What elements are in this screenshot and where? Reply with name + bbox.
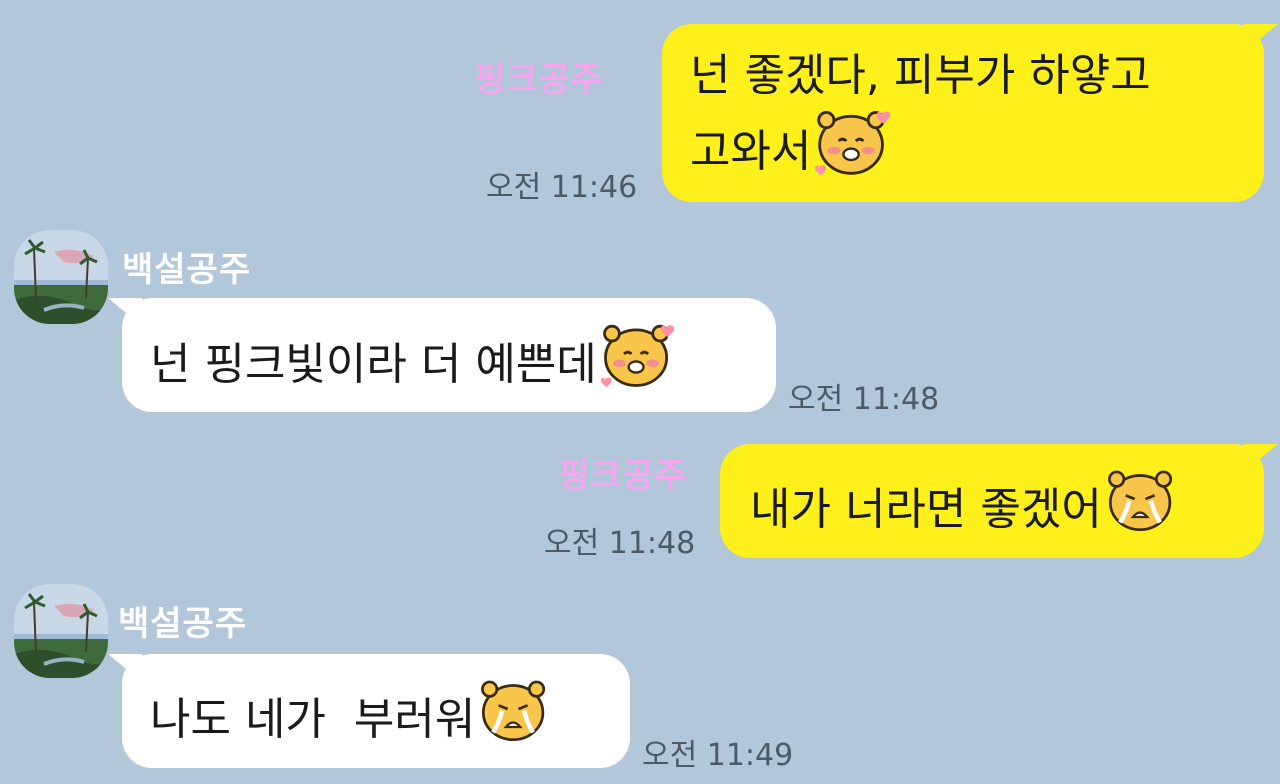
blushing-bear-emoticon-icon [599, 318, 676, 408]
bubble-tail [1244, 444, 1278, 472]
avatar[interactable] [14, 230, 108, 324]
message-bubble-mine[interactable]: 내가 너라면 좋겠어 [720, 444, 1278, 558]
message-text: 내가 너라면 좋겠어 [750, 484, 1102, 535]
message-timestamp: 오전 11:49 [642, 738, 794, 773]
crying-bear-emoticon-icon [1104, 464, 1178, 552]
message-text-line: 고와서 [690, 108, 1236, 200]
message-bubble-theirs[interactable]: 나도 네가 부러워 [108, 654, 630, 768]
message-text: 나도 네가 부러워 [150, 694, 476, 745]
message-bubble-mine[interactable]: 넌 좋겠다, 피부가 하얗고 고와서 [662, 24, 1278, 202]
blushing-bear-emoticon-icon [813, 104, 893, 196]
sender-name[interactable]: 핑크공주 [474, 52, 603, 101]
message-text: 넌 좋겠다, 피부가 하얗고 [690, 50, 1151, 101]
message-timestamp: 오전 11:48 [788, 382, 940, 417]
message-text: 고와서 [690, 126, 812, 177]
message-text: 넌 핑크빛이라 더 예쁜데 [150, 339, 597, 390]
sender-name[interactable]: 백설공주 [118, 596, 247, 645]
message-timestamp: 오전 11:46 [486, 170, 638, 205]
chat-screen: { "messages": [ { "sender": "핑크공주", "sid… [0, 0, 1280, 784]
bubble-tail [1244, 24, 1278, 52]
bubble-tail [108, 654, 142, 682]
message-timestamp: 오전 11:48 [544, 526, 696, 561]
bubble-tail [108, 298, 142, 326]
message-bubble-theirs[interactable]: 넌 핑크빛이라 더 예쁜데 [108, 298, 776, 412]
crying-bear-emoticon-icon [477, 674, 551, 762]
sender-name[interactable]: 백설공주 [122, 242, 251, 291]
sender-name[interactable]: 핑크공주 [558, 448, 687, 497]
avatar[interactable] [14, 584, 108, 678]
